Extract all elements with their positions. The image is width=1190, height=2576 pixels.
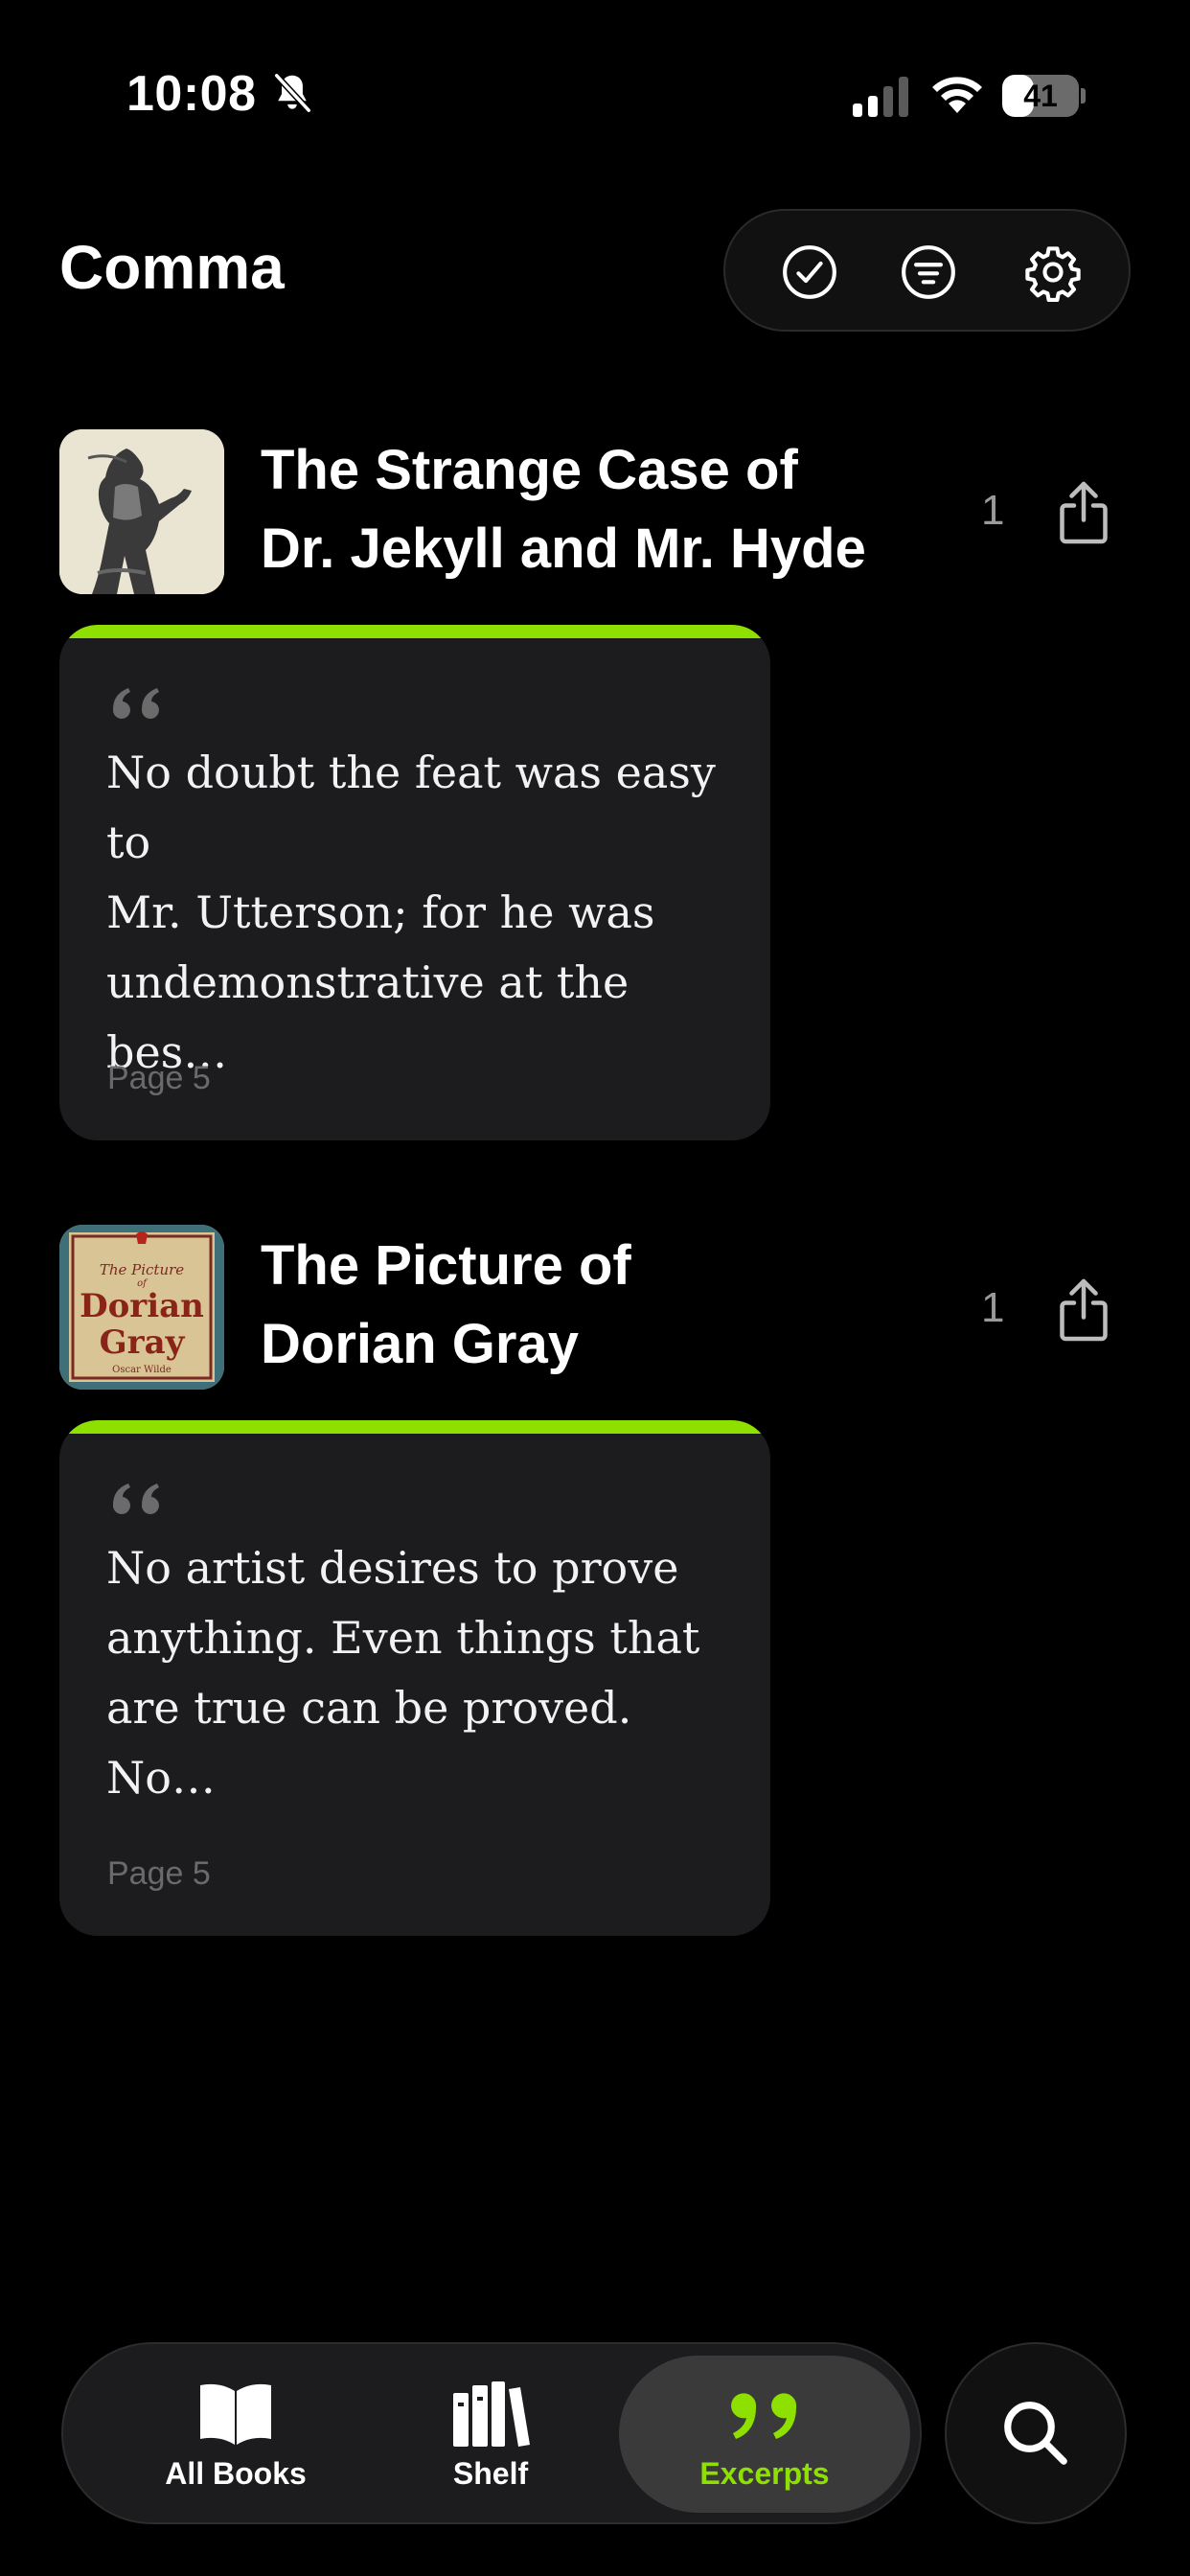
filter-button[interactable] (892, 236, 965, 309)
page-label: Page 5 (107, 1060, 211, 1096)
tab-excerpts[interactable]: Excerpts (619, 2344, 910, 2526)
tab-shelf[interactable]: Shelf (385, 2344, 596, 2526)
book-title-line: Dorian Gray (261, 1313, 579, 1375)
tab-label: Shelf (452, 2455, 529, 2491)
quote-icon (112, 1484, 159, 1514)
search-icon (1004, 2402, 1067, 2465)
card-accent-bar (59, 1420, 770, 1434)
share-icon[interactable] (1054, 1276, 1113, 1344)
book-title-line: Dr. Jekyll and Mr. Hyde (261, 518, 866, 580)
book-cover-dorian-gray[interactable]: The Picture of Dorian Gray Oscar Wilde (59, 1225, 224, 1390)
excerpt-count: 1 (981, 1284, 1005, 1331)
excerpt-text: No artist desires to prove anything. Eve… (106, 1533, 729, 1813)
excerpt-line: No artist desires to prove (106, 1542, 679, 1594)
page-label: Page 5 (107, 1855, 211, 1892)
svg-text:The Picture: The Picture (100, 1261, 184, 1278)
cellular-signal-icon (853, 77, 908, 117)
excerpt-line: are true can be proved. No… (106, 1682, 632, 1804)
tab-all-books[interactable]: All Books (121, 2344, 351, 2526)
book-cover-jekyll[interactable] (59, 429, 224, 594)
excerpt-line: Mr. Utterson; for he was (106, 886, 655, 938)
excerpt-card[interactable]: No artist desires to prove anything. Eve… (59, 1420, 770, 1936)
battery-percent: 41 (1023, 79, 1058, 113)
tab-label: All Books (165, 2455, 307, 2491)
app-title: Comma (59, 233, 285, 302)
svg-text:Oscar Wilde: Oscar Wilde (112, 1365, 172, 1375)
settings-button[interactable] (1017, 236, 1089, 309)
tab-bar: All Books Shelf Excerpts (61, 2342, 922, 2524)
open-book-icon (200, 2383, 271, 2445)
excerpt-text: No doubt the feat was easy to Mr. Utters… (106, 738, 729, 1088)
svg-text:Dorian: Dorian (80, 1287, 204, 1325)
card-accent-bar (59, 625, 770, 638)
gear-icon (1025, 246, 1081, 302)
wifi-icon (932, 77, 982, 113)
book-title-line: The Picture of (261, 1234, 631, 1297)
select-button[interactable] (773, 236, 846, 309)
bell-slash-icon (274, 73, 311, 113)
quote-icon (112, 688, 159, 719)
search-button[interactable] (945, 2342, 1127, 2524)
excerpt-line: No doubt the feat was easy to (106, 747, 716, 868)
book-title[interactable]: The Strange Case of Dr. Jekyll and Mr. H… (261, 431, 912, 588)
tab-label: Excerpts (699, 2455, 830, 2491)
book-cover-illustration: The Picture of Dorian Gray Oscar Wilde (59, 1225, 224, 1390)
battery-icon: 41 (1002, 75, 1086, 117)
excerpt-line: anything. Even things that (106, 1612, 700, 1664)
book-title-line: The Strange Case of (261, 439, 798, 501)
status-time: 10:08 (126, 66, 257, 122)
quote-icon (731, 2392, 797, 2439)
excerpt-count: 1 (981, 487, 1005, 534)
filter-lines-icon (902, 245, 955, 299)
share-icon[interactable] (1054, 479, 1113, 546)
svg-text:Gray: Gray (100, 1323, 186, 1362)
book-cover-illustration (59, 429, 224, 594)
books-shelf-icon (453, 2380, 530, 2447)
book-title[interactable]: The Picture of Dorian Gray (261, 1227, 912, 1384)
header-actions (723, 209, 1131, 332)
excerpt-card[interactable]: No doubt the feat was easy to Mr. Utters… (59, 625, 770, 1140)
checkmark-circle-icon (783, 245, 836, 299)
status-bar: 10:08 41 (0, 0, 1190, 192)
